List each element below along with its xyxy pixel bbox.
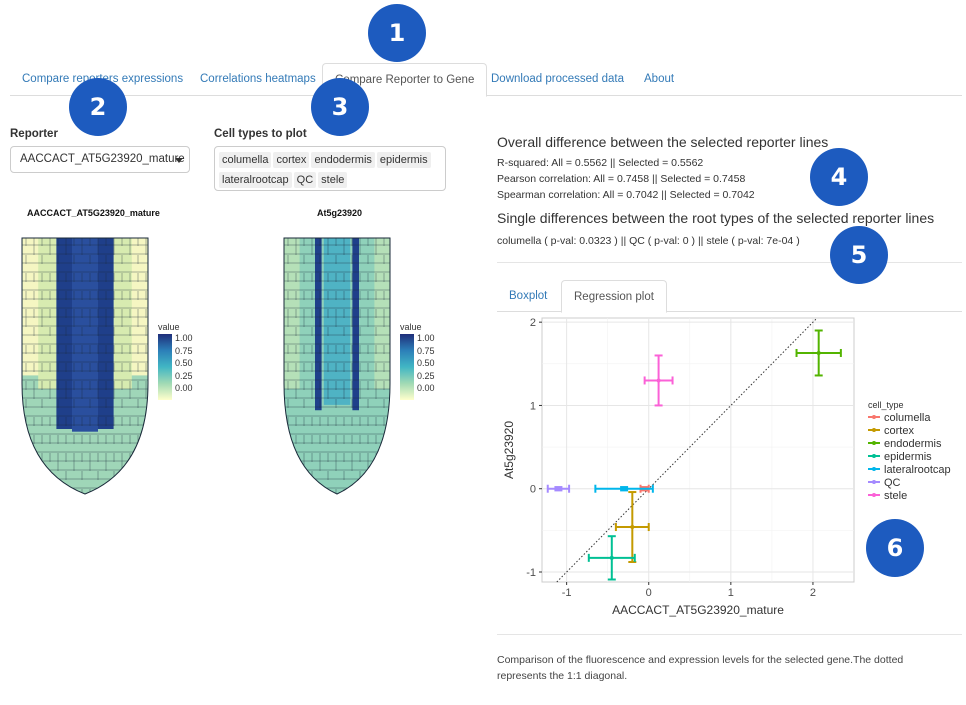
tab-correlations-heatmaps[interactable]: Correlations heatmaps: [188, 63, 328, 96]
legend-label: endodermis: [884, 438, 942, 450]
x-tick-label: 2: [810, 587, 816, 599]
x-axis-label: AACCACT_AT5G23920_mature: [612, 603, 784, 617]
right-legend-title: value: [400, 322, 422, 332]
reporter-select-value: AACCACT_AT5G23920_mature: [20, 153, 185, 165]
y-tick-label: -1: [526, 567, 536, 579]
legend-key-point: [872, 467, 876, 471]
right-colorbar: [400, 334, 414, 400]
legend-tick: 1.00: [417, 333, 435, 343]
reporter-label: Reporter: [10, 128, 58, 140]
data-point: [622, 486, 627, 491]
y-axis-label: At5g23920: [502, 421, 516, 479]
y-tick-label: 2: [530, 317, 536, 329]
plot-panel: [541, 317, 855, 583]
pearson-text: Pearson correlation: All = 0.7458 || Sel…: [497, 173, 746, 185]
legend-label: stele: [884, 490, 907, 502]
legend-key-point: [872, 441, 876, 445]
left-colorbar: [158, 334, 172, 400]
legend-tick: 1.00: [175, 333, 193, 343]
divider: [497, 634, 962, 635]
r-squared-text: R-squared: All = 0.5562 || Selected = 0.…: [497, 157, 704, 169]
legend-item-stele: stele: [868, 490, 907, 502]
right-legend-ticks: 1.00 0.75 0.50 0.25 0.00: [417, 332, 435, 395]
chevron-down-icon: [175, 158, 183, 163]
legend-tick: 0.50: [175, 358, 193, 368]
main-tab-bar: Compare reporters expressions Correlatio…: [10, 63, 962, 97]
chip-stele[interactable]: stele: [318, 172, 348, 188]
annotation-badge-3: 3: [311, 78, 369, 136]
single-difference-heading: Single differences between the root type…: [497, 210, 935, 226]
legend-key-point: [872, 428, 876, 432]
tab-about[interactable]: About: [632, 63, 686, 96]
legend-label: epidermis: [884, 451, 932, 463]
left-plot-title: AACCACT_AT5G23920_mature: [27, 208, 160, 218]
x-tick-label: 1: [728, 587, 734, 599]
chip-epidermis[interactable]: epidermis: [376, 152, 431, 168]
legend-title: cell_type: [868, 400, 904, 410]
overall-difference-heading: Overall difference between the selected …: [497, 134, 829, 150]
left-legend-title: value: [158, 322, 180, 332]
chip-columella[interactable]: columella: [219, 152, 272, 168]
plot-tab-bar: Boxplot Regression plot: [497, 280, 962, 313]
left-value-legend: value: [158, 322, 180, 332]
chip-qc[interactable]: QC: [293, 172, 317, 188]
y-tick-label: 1: [530, 400, 536, 412]
annotation-badge-4: 4: [810, 148, 868, 206]
data-point: [556, 486, 561, 491]
legend-item-columella: columella: [868, 412, 931, 424]
legend-tick: 0.25: [417, 370, 435, 381]
data-point: [630, 525, 635, 530]
legend-tick: 0.00: [175, 383, 193, 393]
chip-lateralrootcap[interactable]: lateralrootcap: [219, 172, 292, 188]
legend-tick: 0.00: [417, 383, 435, 393]
chip-cortex[interactable]: cortex: [273, 152, 310, 168]
legend-tick: 0.50: [417, 358, 435, 368]
legend-label: QC: [884, 477, 901, 489]
legend-item-lateralrootcap: lateralrootcap: [868, 464, 951, 476]
plot-caption: Comparison of the fluorescence and expre…: [497, 654, 904, 682]
cell-types-multiselect[interactable]: columella cortex endodermis epidermis latera…: [214, 146, 446, 191]
right-value-legend: value: [400, 322, 422, 332]
legend-key-point: [872, 480, 876, 484]
tab-boxplot[interactable]: Boxplot: [497, 280, 559, 312]
gene-root-heatmap: [283, 237, 391, 495]
legend-item-qc: QC: [868, 477, 901, 489]
single-difference-text: columella ( p-val: 0.0323 ) || QC ( p-va…: [497, 235, 800, 247]
legend-item-epidermis: epidermis: [868, 451, 932, 463]
reporter-root-heatmap: [21, 237, 149, 495]
left-legend-ticks: 1.00 0.75 0.50 0.25 0.00: [175, 332, 193, 395]
legend-item-endodermis: endodermis: [868, 438, 942, 450]
legend-item-cortex: cortex: [868, 425, 914, 437]
reporter-select[interactable]: AACCACT_AT5G23920_mature: [10, 146, 190, 173]
legend-tick: 0.75: [175, 345, 193, 356]
legend-label: columella: [884, 412, 931, 424]
legend-key-point: [872, 493, 876, 497]
x-tick-label: -1: [562, 587, 572, 599]
data-point: [816, 350, 821, 355]
annotation-badge-1: 1: [368, 4, 426, 62]
annotation-badge-5: 5: [830, 226, 888, 284]
legend-label: cortex: [884, 425, 914, 437]
chip-endodermis[interactable]: endodermis: [311, 152, 375, 168]
legend-tick: 0.25: [175, 370, 193, 381]
x-tick-label: 0: [646, 587, 652, 599]
data-point: [656, 378, 661, 383]
y-tick-label: 0: [530, 484, 536, 496]
spearman-text: Spearman correlation: All = 0.7042 || Se…: [497, 189, 755, 201]
cell-types-label: Cell types to plot: [214, 128, 307, 140]
legend-tick: 0.75: [417, 345, 435, 356]
annotation-badge-6: 6: [866, 519, 924, 577]
annotation-badge-2: 2: [69, 78, 127, 136]
legend-key-point: [872, 454, 876, 458]
right-plot-title: At5g23920: [317, 208, 363, 218]
legend-key-point: [872, 415, 876, 419]
tab-download-processed-data[interactable]: Download processed data: [479, 63, 636, 96]
divider: [497, 262, 962, 263]
tab-regression-plot[interactable]: Regression plot: [561, 280, 667, 313]
legend-label: lateralrootcap: [884, 464, 951, 476]
data-point: [609, 555, 614, 560]
